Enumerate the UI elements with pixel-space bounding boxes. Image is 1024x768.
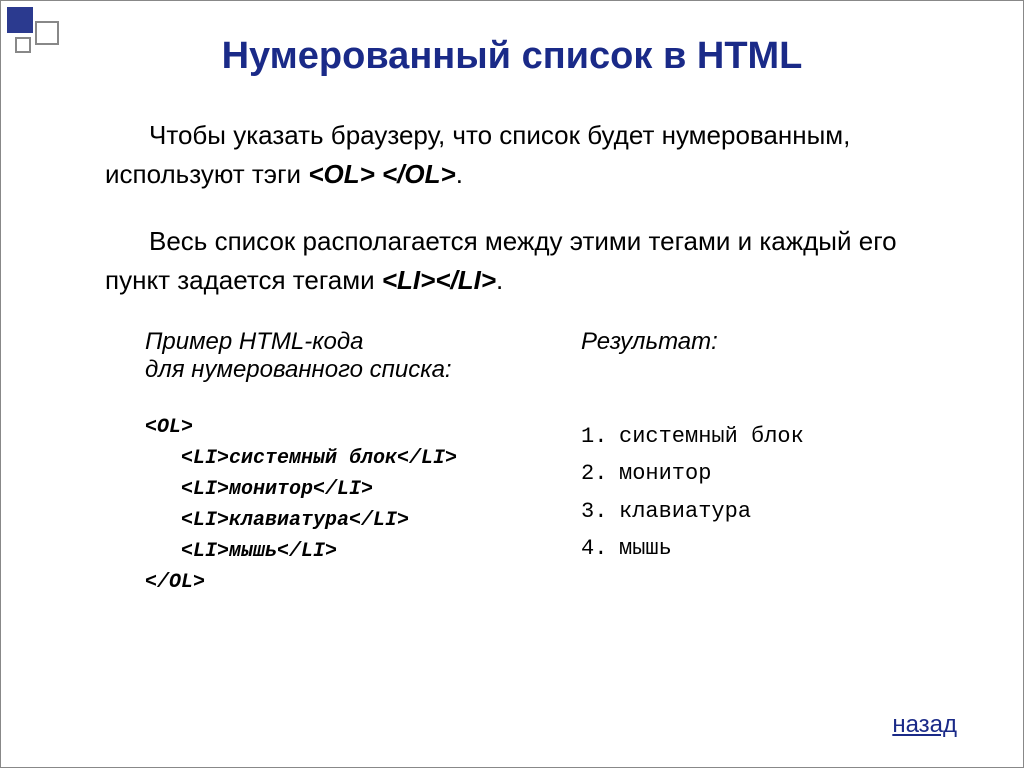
list-number: 3.: [581, 493, 607, 530]
list-text: монитор: [619, 455, 711, 492]
paragraph-2-tags: <LI></LI>: [382, 265, 496, 295]
example-code-label-1: Пример HTML-кода: [145, 328, 511, 356]
list-text: клавиатура: [619, 493, 751, 530]
example-code-label-2: для нумерованного списка:: [145, 356, 511, 384]
back-link[interactable]: назад: [892, 711, 957, 739]
example-result-column: Результат: 1. системный блок 2. монитор …: [551, 328, 947, 598]
slide-container: Нумерованный список в HTML Чтобы указать…: [0, 0, 1024, 768]
list-number: 2.: [581, 455, 607, 492]
square-small-icon: [15, 37, 31, 53]
list-text: мышь: [619, 530, 672, 567]
square-icon: [7, 7, 33, 33]
list-item: 1. системный блок: [581, 418, 947, 455]
code-line: <LI>мышь</LI>: [145, 536, 511, 567]
paragraph-1: Чтобы указать браузеру, что список будет…: [105, 116, 947, 194]
code-line: <LI>монитор</LI>: [145, 474, 511, 505]
result-list: 1. системный блок 2. монитор 3. клавиату…: [581, 418, 947, 568]
example-result-label: Результат:: [581, 328, 947, 356]
example-code-column: Пример HTML-кода для нумерованного списк…: [145, 328, 511, 598]
code-line: <OL>: [145, 412, 511, 443]
list-item: 2. монитор: [581, 455, 947, 492]
list-text: системный блок: [619, 418, 804, 455]
code-line: </OL>: [145, 567, 511, 598]
code-block: <OL> <LI>системный блок</LI> <LI>монитор…: [145, 412, 511, 598]
paragraph-2: Весь список располагается между этими те…: [105, 222, 947, 300]
list-item: 3. клавиатура: [581, 493, 947, 530]
paragraph-2-text-c: .: [496, 265, 503, 295]
list-number: 4.: [581, 530, 607, 567]
page-title: Нумерованный список в HTML: [37, 35, 987, 78]
corner-decoration: [7, 7, 67, 67]
paragraph-1-tags: <OL> </OL>: [308, 159, 455, 189]
example-row: Пример HTML-кода для нумерованного списк…: [145, 328, 947, 598]
list-number: 1.: [581, 418, 607, 455]
paragraph-1-text-c: .: [456, 159, 463, 189]
paragraph-1-text-a: Чтобы указать браузеру, что список будет…: [105, 120, 850, 189]
square-outline-icon: [35, 21, 59, 45]
list-item: 4. мышь: [581, 530, 947, 567]
code-line: <LI>системный блок</LI>: [145, 443, 511, 474]
code-line: <LI>клавиатура</LI>: [145, 505, 511, 536]
